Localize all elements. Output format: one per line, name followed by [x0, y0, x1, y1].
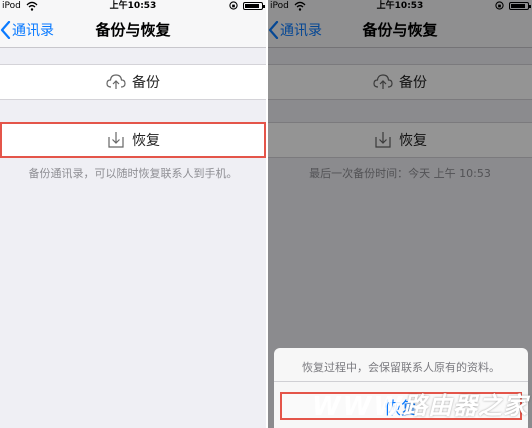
backup-description: 备份通讯录，可以随时恢复联系人到手机。 — [28, 167, 238, 180]
rotation-lock-icon — [229, 1, 238, 10]
cloud-upload-icon — [106, 74, 126, 89]
battery-icon — [243, 2, 265, 10]
backup-label: 备份 — [132, 75, 160, 91]
action-sheet-message: 恢复过程中，会保留联系人原有的资料。 — [274, 354, 528, 382]
restore-button[interactable]: 恢复 — [0, 122, 266, 158]
watermark: 路由器之家 — [403, 392, 528, 420]
navigation-bar: 通讯录 备份与恢复 — [0, 12, 266, 48]
download-tray-icon — [108, 132, 124, 148]
status-time: 上午10:53 — [109, 1, 157, 11]
page-title: 备份与恢复 — [95, 21, 171, 39]
restore-label: 恢复 — [132, 133, 160, 149]
watermark-latin: WWW — [312, 392, 405, 422]
right-screen: iPod 上午10:53 通讯录 备份与恢复 备份 恢复 最后一次备份时间：今天… — [268, 0, 532, 428]
status-bar: iPod 上午10:53 — [0, 0, 266, 12]
backup-button[interactable]: 备份 — [0, 64, 266, 100]
left-screen: iPod 上午10:53 通讯录 备份与恢复 备份 恢复 备份通讯录，可以随时恢… — [0, 0, 266, 428]
